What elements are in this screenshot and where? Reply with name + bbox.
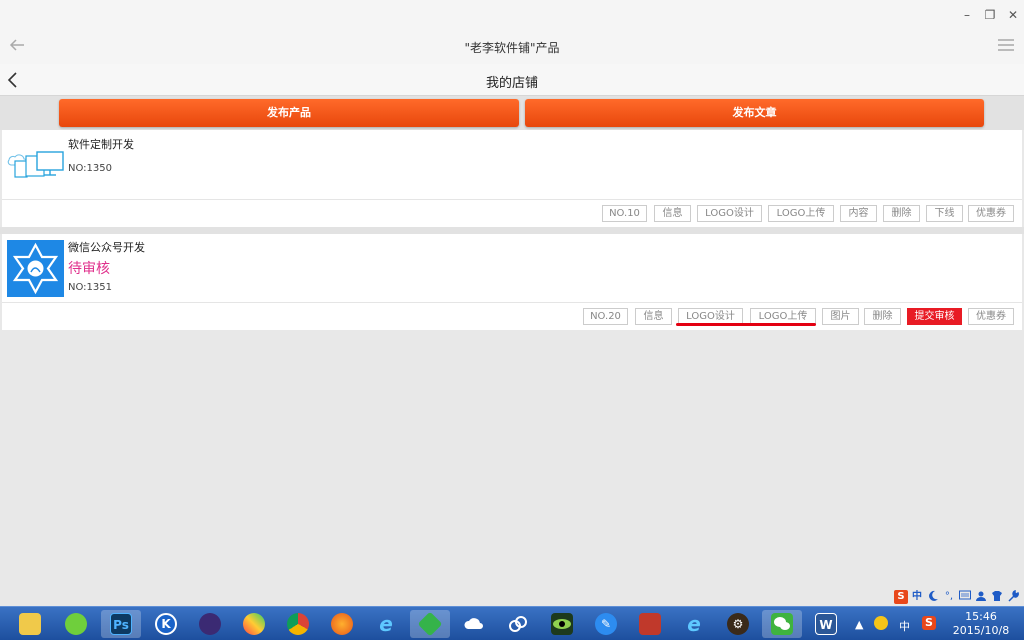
offline-button[interactable]: 下线 (926, 205, 963, 222)
delete-button[interactable]: 删除 (883, 205, 920, 222)
taskbar-app-green[interactable] (56, 610, 96, 638)
word-icon: W (815, 613, 837, 635)
taskbar-baidu-cloud[interactable] (498, 610, 538, 638)
product-number: NO:1351 (68, 282, 112, 293)
coupon-button[interactable]: 优惠券 (968, 308, 1014, 325)
eclipse-icon (199, 613, 221, 635)
app-bar: "老李软件铺"产品 (0, 30, 1024, 64)
ime-indicator[interactable]: 中 (899, 618, 910, 634)
firefox-icon (331, 613, 353, 635)
sogou-tray-icon[interactable]: S (922, 616, 936, 630)
clock-time: 15:46 (965, 610, 997, 623)
taskbar-word[interactable]: W (806, 610, 846, 638)
internet-explorer-icon: e (379, 612, 393, 636)
sort-number-button[interactable]: NO.10 (602, 205, 647, 222)
folder-icon (19, 613, 41, 635)
product-name: 微信公众号开发 (68, 241, 145, 254)
internet-explorer-icon: e (687, 612, 701, 636)
gift-icon (639, 613, 661, 635)
delete-button[interactable]: 删除 (864, 308, 901, 325)
annotation-underline (676, 323, 816, 326)
close-button[interactable]: ✕ (1006, 8, 1020, 22)
logo-upload-button[interactable]: LOGO上传 (768, 205, 834, 222)
page-header: 我的店铺 (0, 64, 1024, 96)
coupon-button[interactable]: 优惠券 (968, 205, 1014, 222)
taskbar-pen-app[interactable]: ✎ (586, 610, 626, 638)
product-card: 微信公众号开发 待审核 NO:1351 NO.20 信息 LOGO设计 LOGO… (2, 234, 1022, 330)
keyboard-icon[interactable] (958, 590, 972, 604)
ime-chinese-toggle[interactable]: 中 (910, 590, 924, 604)
network-app-icon[interactable] (874, 616, 888, 630)
taskbar-green-diamond[interactable] (410, 610, 450, 638)
clock-date: 2015/10/8 (952, 624, 1010, 637)
submit-review-button[interactable]: 提交审核 (907, 308, 962, 325)
colorful-app-icon (243, 613, 265, 635)
taskbar-firefox[interactable] (322, 610, 362, 638)
taskbar-ie-2[interactable]: e (674, 610, 714, 638)
card-divider (0, 227, 1024, 234)
info-button[interactable]: 信息 (635, 308, 672, 325)
taskbar-cloud-app[interactable] (454, 610, 494, 638)
taskbar-wechat[interactable] (762, 610, 802, 638)
info-button[interactable]: 信息 (654, 205, 691, 222)
wrench-icon[interactable] (1006, 589, 1020, 604)
taskbar-k-app[interactable]: K (146, 610, 186, 638)
maximize-button[interactable]: ❐ (983, 8, 997, 22)
system-clock[interactable]: 15:46 2015/10/8 (952, 610, 1010, 638)
content-button[interactable]: 内容 (840, 205, 877, 222)
app-title: "老李软件铺"产品 (464, 41, 560, 55)
wechat-icon (771, 613, 793, 635)
taskbar-ie[interactable]: e (366, 610, 406, 638)
window-title-bar: – ❐ ✕ (0, 0, 1024, 30)
taskbar-gear-app[interactable]: ⚙ (718, 610, 758, 638)
product-number: NO:1350 (68, 163, 112, 174)
cloud-icon (463, 613, 485, 635)
moon-icon[interactable] (926, 590, 940, 604)
sogou-icon[interactable]: S (894, 590, 908, 604)
action-strip: 发布产品 发布文章 (0, 96, 1024, 130)
images-button[interactable]: 图片 (822, 308, 859, 325)
taskbar: Ps K e ✎ e ⚙ W ▲ 中 S 15:46 2015/10/8 (0, 606, 1024, 640)
taskbar-eclipse[interactable] (190, 610, 230, 638)
chrome-icon (287, 613, 309, 635)
publish-product-button[interactable]: 发布产品 (59, 99, 519, 127)
product-name: 软件定制开发 (68, 138, 134, 151)
taskbar-photoshop[interactable]: Ps (101, 610, 141, 638)
shirt-icon[interactable] (990, 590, 1004, 604)
gear-icon: ⚙ (727, 613, 749, 635)
leaf-app-icon (65, 613, 87, 635)
sort-number-button[interactable]: NO.20 (583, 308, 628, 325)
product-thumbnail (7, 150, 65, 184)
taskbar-file-explorer[interactable] (10, 610, 50, 638)
pen-icon: ✎ (595, 613, 617, 635)
minimize-button[interactable]: – (960, 8, 974, 22)
ime-toolbar: S 中 °, (892, 588, 1024, 608)
eye-icon (551, 613, 573, 635)
product-info[interactable]: 软件定制开发 NO:1350 (2, 130, 1022, 200)
product-info[interactable]: 微信公众号开发 待审核 NO:1351 (2, 234, 1022, 303)
show-hidden-icons-button[interactable]: ▲ (855, 618, 863, 631)
taskbar-chrome[interactable] (278, 610, 318, 638)
punctuation-icon[interactable]: °, (942, 590, 956, 604)
taskbar-gift-app[interactable] (630, 610, 670, 638)
page-title: 我的店铺 (485, 76, 538, 91)
user-icon[interactable] (974, 590, 988, 604)
status-label: 待审核 (68, 261, 110, 277)
product-thumbnail (7, 240, 64, 297)
baidu-cloud-icon (507, 613, 529, 635)
taskbar-eye-app[interactable] (542, 610, 582, 638)
k-app-icon: K (155, 613, 177, 635)
taskbar-colorful-app[interactable] (234, 610, 274, 638)
publish-article-button[interactable]: 发布文章 (525, 99, 984, 127)
photoshop-icon: Ps (110, 613, 132, 635)
logo-design-button[interactable]: LOGO设计 (697, 205, 762, 222)
menu-icon[interactable] (998, 39, 1014, 53)
diamond-app-icon (417, 611, 443, 637)
product-card: 软件定制开发 NO:1350 NO.10 信息 LOGO设计 LOGO上传 内容… (2, 130, 1022, 227)
